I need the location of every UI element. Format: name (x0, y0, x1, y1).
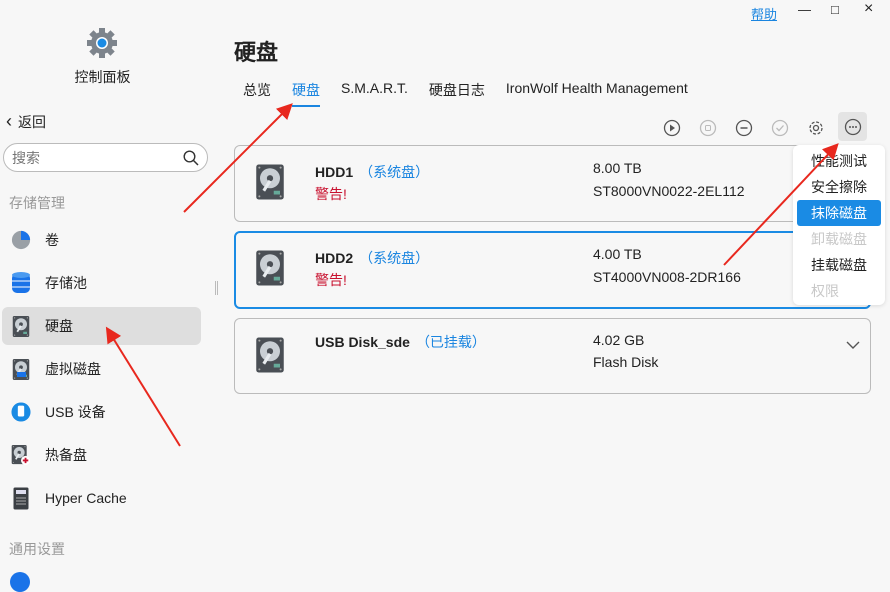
sidebar-item-label: Hyper Cache (45, 490, 127, 506)
menu-item-secure-erase[interactable]: 安全擦除 (797, 174, 881, 200)
back-label: 返回 (18, 113, 46, 130)
disk-warning: 警告! (315, 272, 347, 288)
tab-ironwolf[interactable]: IronWolf Health Management (506, 80, 688, 107)
tab-hdd[interactable]: 硬盘 (292, 80, 320, 107)
hdd-icon (255, 336, 285, 374)
back-button[interactable]: ‹ 返回 (6, 111, 46, 132)
more-icon[interactable] (838, 112, 867, 141)
disk-name: HDD2 (315, 250, 354, 266)
disk-card[interactable]: HDD1 （系统盘） 警告! 8.00 TB ST8000VN0022-2EL11… (234, 145, 871, 222)
menu-item-benchmark[interactable]: 性能测试 (797, 148, 881, 174)
sidebar-item-volume[interactable]: 卷 (2, 221, 201, 259)
check-icon[interactable] (768, 116, 792, 140)
disk-model: ST4000VN008-2DR166 (593, 269, 741, 285)
sidebar-item-label: 热备盘 (45, 447, 87, 463)
volume-pie-icon (11, 229, 31, 251)
play-icon[interactable] (660, 116, 684, 140)
chevron-down-icon[interactable] (846, 340, 860, 350)
ssd-icon (11, 487, 31, 509)
minimize-button[interactable]: — (798, 2, 811, 17)
section-storage: 存储管理 (9, 195, 65, 211)
disk-card[interactable]: USB Disk_sde （已挂载） 4.02 GB Flash Disk (234, 318, 871, 394)
maximize-button[interactable]: □ (831, 2, 839, 17)
hdd-icon (255, 163, 285, 201)
hdd-icon (11, 315, 31, 337)
page-title: 硬盘 (234, 40, 279, 65)
sidebar-item-hyper-cache[interactable]: Hyper Cache (2, 479, 201, 517)
search-box[interactable] (3, 143, 208, 172)
disk-size: 4.02 GB (593, 332, 645, 348)
sidebar-item-label: 卷 (45, 232, 59, 248)
tab-disk-log[interactable]: 硬盘日志 (429, 80, 485, 107)
more-menu: 性能测试 安全擦除 抹除磁盘 卸载磁盘 挂载磁盘 权限 (793, 145, 885, 305)
search-icon[interactable] (183, 149, 199, 166)
search-input[interactable] (12, 149, 162, 166)
disk-model: ST8000VN0022-2EL112 (593, 183, 745, 199)
disk-name: HDD1 (315, 164, 354, 180)
sidebar-item-label: 虚拟磁盘 (45, 361, 101, 377)
tab-bar: 总览 硬盘 S.M.A.R.T. 硬盘日志 IronWolf Health Ma… (243, 80, 688, 107)
menu-item-mount[interactable]: 挂载磁盘 (797, 252, 881, 278)
disk-size: 4.00 TB (593, 246, 642, 262)
tab-overview[interactable]: 总览 (243, 80, 271, 107)
sidebar-item-hot-spare[interactable]: 热备盘 (2, 436, 201, 474)
disk-name: USB Disk_sde (315, 334, 410, 350)
usb-icon (11, 401, 31, 423)
help-link[interactable]: 帮助 (751, 4, 777, 23)
sidebar-item-storage-pool[interactable]: 存储池 (2, 264, 201, 302)
control-panel-gear-icon (85, 26, 119, 63)
hot-spare-icon (11, 444, 31, 466)
disk-card[interactable]: HDD2 （系统盘） 警告! 4.00 TB ST4000VN008-2DR166 (234, 231, 871, 309)
tab-smart[interactable]: S.M.A.R.T. (341, 80, 408, 107)
app-label: 控制面板 (74, 69, 131, 85)
menu-item-wipe-disk[interactable]: 抹除磁盘 (797, 200, 881, 226)
hdd-icon (255, 249, 285, 287)
sidebar-resize-handle[interactable] (215, 281, 218, 295)
stop-icon[interactable] (696, 116, 720, 140)
menu-item-unmount: 卸载磁盘 (811, 231, 867, 247)
close-button[interactable]: × (864, 0, 873, 18)
gear-icon[interactable] (804, 116, 828, 140)
disk-tag: （系统盘） (359, 164, 430, 180)
sidebar: 控制面板 ‹ 返回 存储管理 卷 存储池 硬盘 虚拟磁盘 USB 设备 热备盘 H… (0, 0, 215, 592)
general-settings-icon (10, 572, 30, 592)
disk-model: Flash Disk (593, 354, 659, 370)
disk-size: 8.00 TB (593, 160, 642, 176)
sidebar-item-virtual-disk[interactable]: 虚拟磁盘 (2, 350, 201, 388)
sidebar-item-label: USB 设备 (45, 404, 106, 420)
minus-icon[interactable] (732, 116, 756, 140)
disk-warning: 警告! (315, 186, 347, 202)
menu-item-permissions: 权限 (811, 283, 839, 299)
sidebar-item-usb[interactable]: USB 设备 (2, 393, 201, 431)
virtual-disk-icon (11, 358, 31, 380)
database-icon (11, 272, 31, 294)
disk-tag: （系统盘） (359, 250, 430, 266)
section-general: 通用设置 (9, 541, 65, 557)
chevron-left-icon: ‹ (6, 111, 12, 131)
sidebar-item-label: 存储池 (45, 275, 87, 291)
disk-tag: （已挂载） (415, 334, 486, 350)
sidebar-item-label: 硬盘 (45, 318, 73, 334)
sidebar-item-hdd[interactable]: 硬盘 (2, 307, 201, 345)
